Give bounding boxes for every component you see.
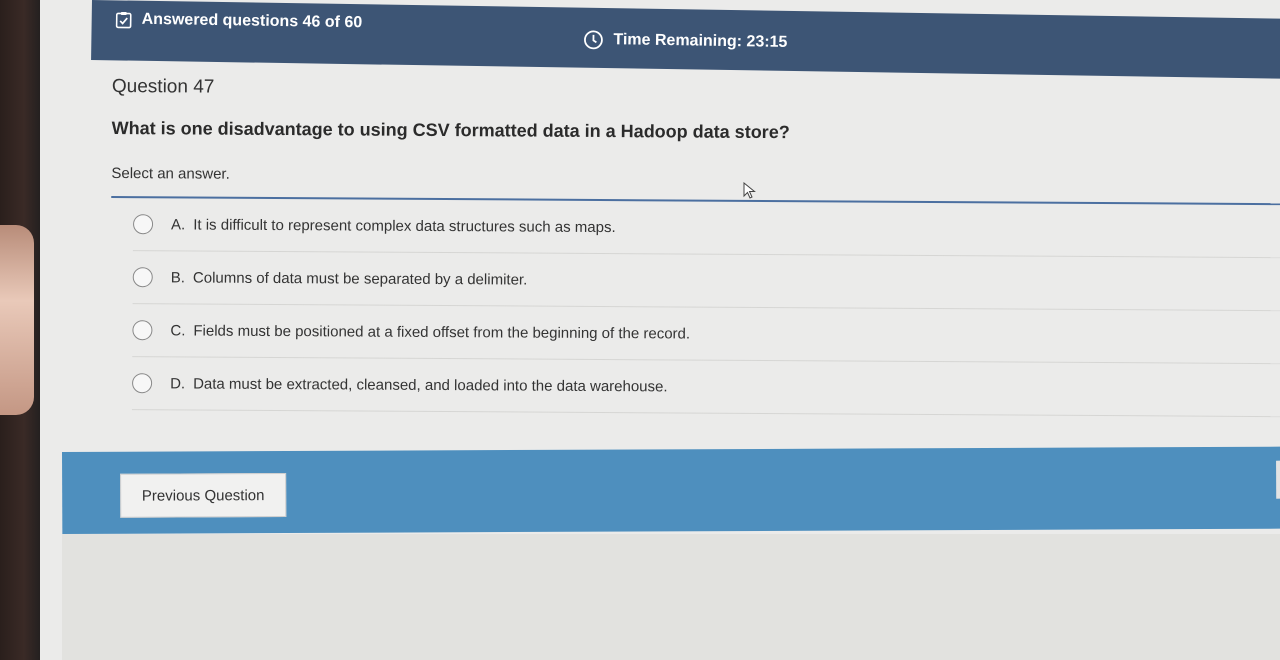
option-text: Columns of data must be separated by a d…	[192, 268, 528, 289]
question-panel: Question 47 What is one disadvantage to …	[110, 72, 1280, 418]
option-letter: B.	[170, 268, 185, 286]
question-number: Question 47	[111, 75, 215, 98]
quiz-screen: Answered questions 46 of 60 Time Remaini…	[40, 0, 1280, 660]
mouse-cursor-icon	[743, 181, 757, 200]
next-button-edge[interactable]	[1276, 460, 1280, 499]
answer-option-c[interactable]: C. Fields must be positioned at a fixed …	[132, 304, 1280, 365]
answer-option-d[interactable]: D. Data must be extracted, cleansed, and…	[131, 357, 1280, 418]
answer-option-a[interactable]: A. It is difficult to represent complex …	[132, 198, 1280, 259]
background-glare	[0, 225, 34, 415]
answer-option-b[interactable]: B. Columns of data must be separated by …	[132, 251, 1280, 312]
previous-question-button[interactable]: Previous Question	[120, 473, 287, 518]
clipboard-check-icon	[115, 11, 132, 28]
option-letter: A.	[171, 215, 186, 233]
page-background	[62, 534, 1280, 660]
option-text: Fields must be positioned at a fixed off…	[193, 322, 691, 343]
option-text: Data must be extracted, cleansed, and lo…	[193, 375, 668, 395]
header-bar: Answered questions 46 of 60 Time Remaini…	[91, 0, 1280, 79]
timer-label: Time Remaining: 23:15	[613, 31, 788, 51]
answered-label: Answered questions 46 of 60	[141, 10, 363, 32]
navigation-bar: Previous Question	[62, 446, 1280, 534]
option-letter: D.	[170, 374, 186, 392]
question-text: What is one disadvantage to using CSV fo…	[111, 117, 790, 143]
option-letter: C.	[170, 321, 186, 339]
answer-options: A. It is difficult to represent complex …	[131, 198, 1280, 418]
radio-button[interactable]	[132, 267, 153, 288]
time-remaining: Time Remaining: 23:15	[583, 30, 788, 53]
radio-button[interactable]	[132, 320, 153, 341]
radio-button[interactable]	[133, 214, 154, 235]
radio-button[interactable]	[132, 373, 153, 394]
answered-status: Answered questions 46 of 60	[115, 10, 363, 32]
option-text: It is difficult to represent complex dat…	[193, 215, 616, 236]
clock-icon	[583, 30, 603, 50]
answer-instruction: Select an answer.	[111, 164, 230, 183]
